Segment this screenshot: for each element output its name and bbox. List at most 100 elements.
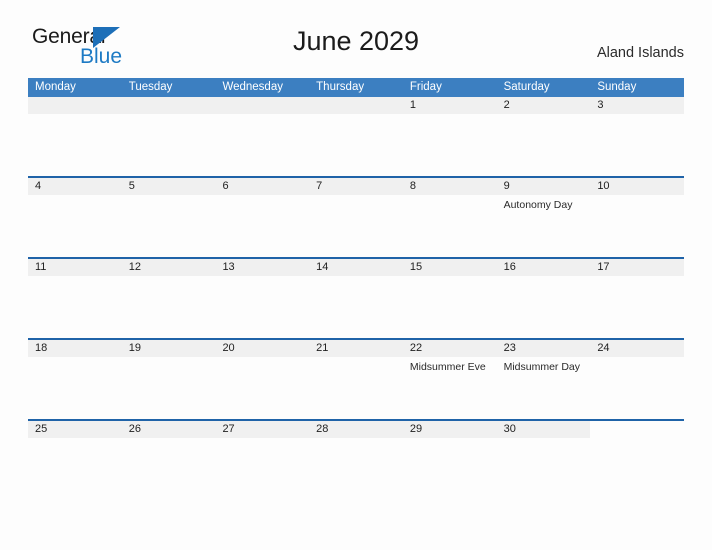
- calendar-day-cell[interactable]: 4: [28, 178, 122, 257]
- day-number: 17: [590, 259, 685, 276]
- day-number: 19: [121, 340, 216, 357]
- day-events: [122, 114, 216, 118]
- calendar-day-cell[interactable]: 13: [215, 259, 310, 338]
- day-events: [403, 114, 497, 118]
- calendar-week-row: 4 5 6 7 8 9 Autonomy Day 10: [28, 176, 685, 257]
- day-number: 23: [496, 340, 591, 357]
- calendar-day-cell[interactable]: 19: [121, 340, 216, 419]
- day-events: [309, 195, 403, 199]
- day-number: [309, 97, 403, 114]
- day-events: [28, 438, 122, 442]
- calendar-day-cell[interactable]: 30: [496, 421, 591, 500]
- day-number: 21: [309, 340, 403, 357]
- day-number: 22: [402, 340, 497, 357]
- day-events: [403, 276, 497, 280]
- day-number: 11: [28, 259, 122, 276]
- day-events: Autonomy Day: [497, 195, 591, 212]
- region-label: Aland Islands: [596, 45, 684, 61]
- general-blue-logo[interactable]: General Blue: [32, 26, 202, 70]
- calendar-week-row: 11 12 13 14 15 16 17: [28, 257, 685, 338]
- calendar-day-cell[interactable]: 24: [590, 340, 685, 419]
- day-number: 4: [28, 178, 122, 195]
- day-number: 30: [496, 421, 591, 438]
- day-number: 12: [121, 259, 216, 276]
- weekday-header-monday: Monday: [35, 81, 76, 93]
- calendar-day-cell[interactable]: 2: [496, 97, 591, 176]
- day-events: [215, 438, 309, 442]
- weekday-header-saturday: Saturday: [503, 81, 550, 93]
- day-events: [497, 114, 591, 118]
- weekday-header-wednesday: Wednesday: [222, 81, 283, 93]
- calendar-day-cell[interactable]: 1: [402, 97, 497, 176]
- day-number: 25: [28, 421, 122, 438]
- day-events: [122, 195, 216, 199]
- day-events: [403, 195, 497, 199]
- calendar-day-cell-empty: [590, 421, 684, 500]
- calendar-day-cell[interactable]: 12: [121, 259, 216, 338]
- day-events: [403, 438, 497, 442]
- calendar-day-cell[interactable]: 16: [496, 259, 591, 338]
- day-number: 13: [215, 259, 310, 276]
- day-events: [590, 114, 684, 118]
- calendar-day-cell[interactable]: 23 Midsummer Day: [496, 340, 591, 419]
- day-number: 2: [496, 97, 591, 114]
- day-events: [215, 357, 309, 361]
- day-number: [590, 421, 684, 438]
- day-number: 27: [215, 421, 310, 438]
- calendar-day-cell[interactable]: 28: [309, 421, 403, 500]
- day-events: [590, 357, 684, 361]
- calendar-day-cell[interactable]: 6: [215, 178, 310, 257]
- day-number: 3: [590, 97, 685, 114]
- holiday-event-label: Autonomy Day: [503, 199, 573, 211]
- day-events: [590, 195, 684, 199]
- calendar-day-cell[interactable]: 18: [28, 340, 122, 419]
- calendar-day-cell[interactable]: 22 Midsummer Eve: [402, 340, 497, 419]
- calendar-day-cell[interactable]: 14: [309, 259, 403, 338]
- day-number: [28, 97, 122, 114]
- calendar-day-cell[interactable]: 29: [402, 421, 497, 500]
- day-number: 16: [496, 259, 591, 276]
- calendar-day-cell[interactable]: 21: [309, 340, 403, 419]
- day-number: 20: [215, 340, 310, 357]
- calendar-day-cell[interactable]: 5: [121, 178, 216, 257]
- calendar-day-cell[interactable]: 26: [121, 421, 216, 500]
- day-events: [28, 114, 122, 118]
- calendar-day-cell[interactable]: 20: [215, 340, 310, 419]
- day-events: [309, 357, 403, 361]
- day-events: [122, 357, 216, 361]
- day-events: [590, 438, 684, 442]
- day-events: [309, 114, 403, 118]
- calendar-day-cell[interactable]: 25: [28, 421, 122, 500]
- calendar-day-cell[interactable]: 27: [215, 421, 310, 500]
- weekday-header-friday: Friday: [409, 81, 442, 93]
- day-events: Midsummer Day: [497, 357, 591, 374]
- weekday-header-row: Monday Tuesday Wednesday Thursday Friday…: [28, 78, 684, 97]
- day-number: 14: [309, 259, 403, 276]
- weekday-header-thursday: Thursday: [316, 81, 365, 93]
- day-number: 8: [402, 178, 497, 195]
- calendar-page: General Blue June 2029 Aland Islands Mon…: [0, 0, 712, 550]
- holiday-event-label: Midsummer Day: [503, 361, 581, 373]
- day-number: [215, 97, 310, 114]
- day-number: 18: [28, 340, 122, 357]
- day-events: [590, 276, 684, 280]
- calendar-day-cell[interactable]: 3: [590, 97, 685, 176]
- calendar-day-cell[interactable]: 9 Autonomy Day: [496, 178, 591, 257]
- day-number: [121, 97, 216, 114]
- calendar-day-cell[interactable]: 15: [402, 259, 497, 338]
- day-events: [309, 438, 403, 442]
- weekday-header-tuesday: Tuesday: [128, 81, 173, 93]
- day-number: 24: [590, 340, 685, 357]
- day-number: 29: [402, 421, 497, 438]
- calendar-day-cell[interactable]: 11: [28, 259, 122, 338]
- day-number: 10: [590, 178, 685, 195]
- day-number: 15: [402, 259, 497, 276]
- calendar-day-cell[interactable]: 7: [309, 178, 403, 257]
- day-events: [215, 114, 309, 118]
- calendar-day-cell[interactable]: 10: [590, 178, 685, 257]
- calendar-day-cell[interactable]: 8: [402, 178, 497, 257]
- day-events: [497, 438, 591, 442]
- day-number: 9: [496, 178, 591, 195]
- calendar-day-cell[interactable]: 17: [590, 259, 685, 338]
- logo-text-blue: Blue: [80, 45, 123, 68]
